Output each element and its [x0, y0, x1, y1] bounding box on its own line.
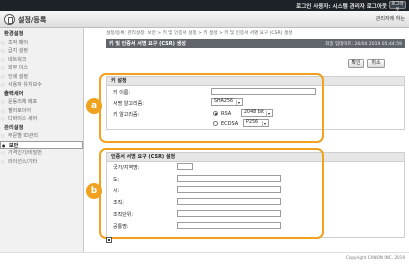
header: 설정/등록 관리자에 하는 — [0, 11, 409, 28]
page-top-icon[interactable] — [106, 237, 112, 243]
sidebar-item[interactable]: 디바이스 세어 — [0, 115, 83, 124]
portal-link[interactable]: 관리자에 하는 — [376, 15, 405, 22]
sidebar-item[interactable]: 가격인가/비밀번 — [0, 149, 83, 158]
panel-title-bar: 키 및 인증서 서명 요구 (CSR) 생성 최종 업데이트: 26/04 20… — [106, 39, 405, 48]
sidebar-item[interactable]: 인쇄 설정 — [0, 73, 83, 82]
sidebar-item[interactable]: 네트워크 — [0, 56, 83, 65]
sidebar-group-output[interactable]: 출력세어 — [0, 90, 83, 99]
sidebar-item[interactable]: 조작 패어 — [0, 39, 83, 48]
callout-badge-a: a — [86, 98, 102, 114]
sidebar-group-preferences[interactable]: 환경설정 — [0, 30, 83, 39]
callout-frame-a — [99, 73, 324, 143]
last-updated: 최종 업데이트: 26/04 2019 05:44:59 — [325, 41, 402, 47]
sidebar-group-management[interactable]: 관리설정 — [0, 124, 83, 133]
breadcrumb: 설정/등록: 관리설정: 보안 > 키 및 인증서 설정 > 키 생성 > 키 … — [106, 31, 293, 36]
ok-button[interactable]: 확인 — [348, 59, 364, 68]
panel-title: 키 및 인증서 서명 요구 (CSR) 생성 — [109, 41, 186, 47]
footer: Copyright CANON INC. 2019 — [0, 252, 409, 276]
copyright: Copyright CANON INC. 2019 — [345, 255, 405, 260]
top-bar: 로그인 사용자: 시스템 관리자 로그아웃 로그아웃 — [0, 0, 409, 13]
callout-badge-b: b — [86, 183, 102, 199]
sidebar-item[interactable]: 첼러로이어 — [0, 107, 83, 116]
callout-frame-b — [99, 148, 324, 239]
sidebar-item[interactable]: 부문별 ID관리 — [0, 132, 83, 141]
sidebar-item[interactable]: 사용자 유지보수 — [0, 81, 83, 90]
app-title: 설정/등록 — [18, 15, 47, 24]
sidebar-item[interactable]: 라이선스/기타 — [0, 158, 83, 167]
sidebar-item[interactable]: 운동리체 메포 — [0, 98, 83, 107]
sidebar-item[interactable]: 급지 설정 — [0, 47, 83, 56]
logout-button[interactable]: 로그아웃 — [389, 1, 406, 13]
settings-icon — [4, 14, 15, 25]
brand: 설정/등록 — [4, 14, 46, 25]
user-status: 로그인 사용자: 시스템 관리자 로그아웃 — [296, 4, 387, 10]
cancel-button[interactable]: 취소 — [367, 59, 385, 68]
sidebar: 환경설정 조작 패어 급지 설정 네트워크 외부 이스 인쇄 설정 사용자 유지… — [0, 28, 84, 252]
sidebar-item[interactable]: 외부 이스 — [0, 64, 83, 73]
sidebar-item-security[interactable]: 보안 — [0, 140, 83, 149]
